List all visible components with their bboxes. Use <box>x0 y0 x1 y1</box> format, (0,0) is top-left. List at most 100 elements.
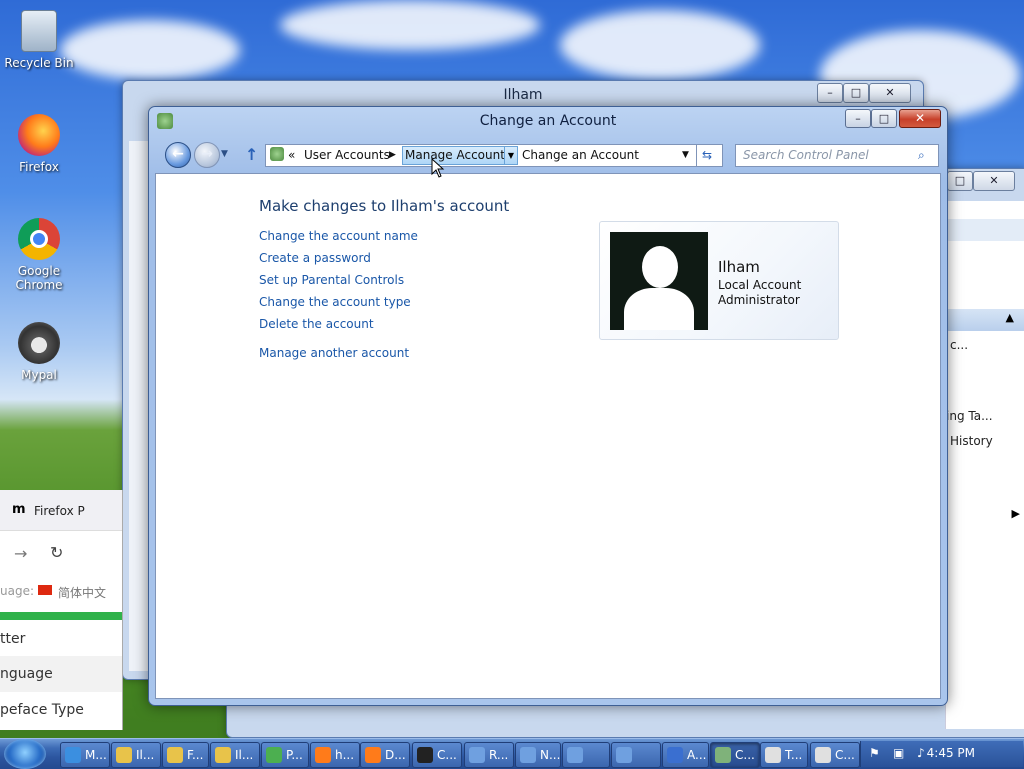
taskbar-button-label: Il... <box>235 748 254 762</box>
language-value[interactable]: 简体中文 <box>58 584 106 601</box>
search-icon[interactable]: ⌕ <box>918 148 925 163</box>
security-alert-icon[interactable]: ⚑ <box>869 746 880 760</box>
taskbar-button[interactable]: Il... <box>210 742 260 768</box>
firefox-icon <box>315 747 331 763</box>
user-avatar-icon <box>610 232 708 330</box>
back-button[interactable]: ← <box>165 142 191 168</box>
desktop-icon-google-chrome[interactable]: Google Chrome <box>4 218 74 292</box>
manage-another-account-link[interactable]: Manage another account <box>259 346 409 360</box>
taskbar-button-label: C... <box>735 748 755 762</box>
desktop-icon-recycle-bin[interactable]: Recycle Bin <box>4 10 74 70</box>
taskbar-button[interactable]: Il... <box>111 742 161 768</box>
panel-text: ing Ta... <box>946 409 993 423</box>
network-icon[interactable]: ▣ <box>893 746 904 760</box>
clock[interactable]: 4:45 PM <box>927 746 975 760</box>
change-account-name-link[interactable]: Change the account name <box>259 229 418 243</box>
taskbar-button[interactable]: h... <box>310 742 360 768</box>
breadcrumb-change-account[interactable]: Change an Account <box>522 148 639 162</box>
maximize-button[interactable]: □ <box>843 83 869 103</box>
account-type: Local Account <box>718 278 802 292</box>
maximize-button[interactable]: □ <box>947 171 973 191</box>
taskbar-button[interactable]: C... <box>710 742 760 768</box>
address-divider <box>696 145 697 166</box>
taskbar-button-label: A... <box>687 748 707 762</box>
recent-pages-chevron-icon[interactable]: ▼ <box>221 149 228 159</box>
folder-icon <box>167 747 183 763</box>
panel-section: ▲ <box>946 309 1024 331</box>
close-button[interactable]: ✕ <box>973 171 1015 191</box>
close-button[interactable]: ✕ <box>869 83 911 103</box>
network-icon <box>616 747 632 763</box>
account-name: Ilham <box>718 258 760 276</box>
taskbar: M... Il... F... Il... P... h... D... C... R... N.… <box>0 738 1024 769</box>
desktop-icon-label: Firefox <box>19 160 59 174</box>
language-label: uage: <box>0 584 35 598</box>
breadcrumb-manage-accounts[interactable]: Manage Accounts <box>405 148 511 162</box>
tab-label[interactable]: Firefox P <box>34 504 85 518</box>
window-sidebar <box>129 141 149 671</box>
taskbar-button[interactable]: M... <box>60 742 110 768</box>
create-password-link[interactable]: Create a password <box>259 251 371 265</box>
taskbar-button[interactable]: N... <box>515 742 561 768</box>
taskbar-button[interactable] <box>611 742 661 768</box>
change-account-type-link[interactable]: Change the account type <box>259 295 411 309</box>
account-card: Ilham Local Account Administrator <box>599 221 839 340</box>
taskbar-button-label: N... <box>540 748 561 762</box>
search-placeholder: Search Control Panel <box>743 148 869 162</box>
change-account-window[interactable]: Change an Account – □ ✕ ← → ▼ ↑ « User A… <box>148 106 948 706</box>
minimize-button[interactable]: – <box>817 83 843 103</box>
address-dropdown-icon[interactable]: ▼ <box>682 150 689 160</box>
taskbar-button-label: C... <box>835 748 855 762</box>
mouse-cursor-icon <box>431 158 445 178</box>
page-heading: Make changes to Ilham's account <box>259 197 510 215</box>
breadcrumb-dropdown-icon[interactable]: ▼ <box>504 146 518 165</box>
taskbar-button-label: Il... <box>136 748 155 762</box>
refresh-icon[interactable]: ⇆ <box>702 148 712 162</box>
breadcrumb-user-accounts[interactable]: User Accounts <box>304 148 390 162</box>
taskbar-button[interactable]: C... <box>412 742 462 768</box>
menu-item[interactable]: nguage <box>0 666 53 682</box>
taskbar-button[interactable]: C... <box>810 742 860 768</box>
minimize-button[interactable]: – <box>845 109 871 128</box>
reload-icon[interactable]: ↻ <box>50 543 63 562</box>
taskbar-button[interactable]: T... <box>760 742 808 768</box>
start-button[interactable] <box>4 739 46 769</box>
navigation-bar: ← → ▼ ↑ « User Accounts ▶ Manage Account… <box>149 139 947 171</box>
desktop-icon-firefox[interactable]: Firefox <box>4 114 74 174</box>
menu-item[interactable]: peface Type <box>0 702 84 718</box>
panel-header <box>946 219 1024 241</box>
folder-icon <box>215 747 231 763</box>
title-bar[interactable]: Change an Account – □ ✕ <box>149 107 947 135</box>
taskbar-button[interactable]: A... <box>662 742 709 768</box>
up-arrow-icon[interactable]: ↑ <box>245 145 258 164</box>
volume-icon[interactable]: ♪ <box>917 746 925 760</box>
cloud <box>280 0 540 50</box>
search-box[interactable]: Search Control Panel ⌕ <box>735 144 939 167</box>
firefox-icon <box>365 747 381 763</box>
clock-icon <box>815 747 831 763</box>
menu-item[interactable]: tter <box>0 631 25 647</box>
taskbar-button-label: M... <box>85 748 107 762</box>
collapse-icon[interactable]: ▲ <box>1006 311 1014 324</box>
forward-icon[interactable]: → <box>14 544 27 563</box>
taskbar-button[interactable] <box>562 742 610 768</box>
taskbar-button[interactable]: R... <box>464 742 514 768</box>
desktop-icon-label: Mypal <box>21 368 57 382</box>
breadcrumb-overflow[interactable]: « <box>288 148 295 162</box>
panel-text: c... <box>950 338 969 352</box>
desktop-icon-mypal[interactable]: Mypal <box>4 322 74 382</box>
chevron-right-icon[interactable]: ▶ <box>1012 507 1020 520</box>
taskbar-button[interactable]: P... <box>261 742 309 768</box>
firefox-icon <box>18 114 60 156</box>
taskbar-button[interactable]: D... <box>360 742 410 768</box>
breadcrumb-chevron-icon[interactable]: ▶ <box>389 150 396 160</box>
close-button[interactable]: ✕ <box>899 109 941 128</box>
folder-icon <box>116 747 132 763</box>
parental-controls-link[interactable]: Set up Parental Controls <box>259 273 404 287</box>
address-bar[interactable]: « User Accounts ▶ Manage Accounts ▼ Chan… <box>265 144 723 167</box>
forward-button[interactable]: → <box>194 142 220 168</box>
delete-account-link[interactable]: Delete the account <box>259 317 374 331</box>
maximize-button[interactable]: □ <box>871 109 897 128</box>
taskbar-button[interactable]: F... <box>162 742 209 768</box>
firefox-window[interactable]: m Firefox P → ↻ uage: 简体中文 tter nguage p… <box>0 490 123 730</box>
